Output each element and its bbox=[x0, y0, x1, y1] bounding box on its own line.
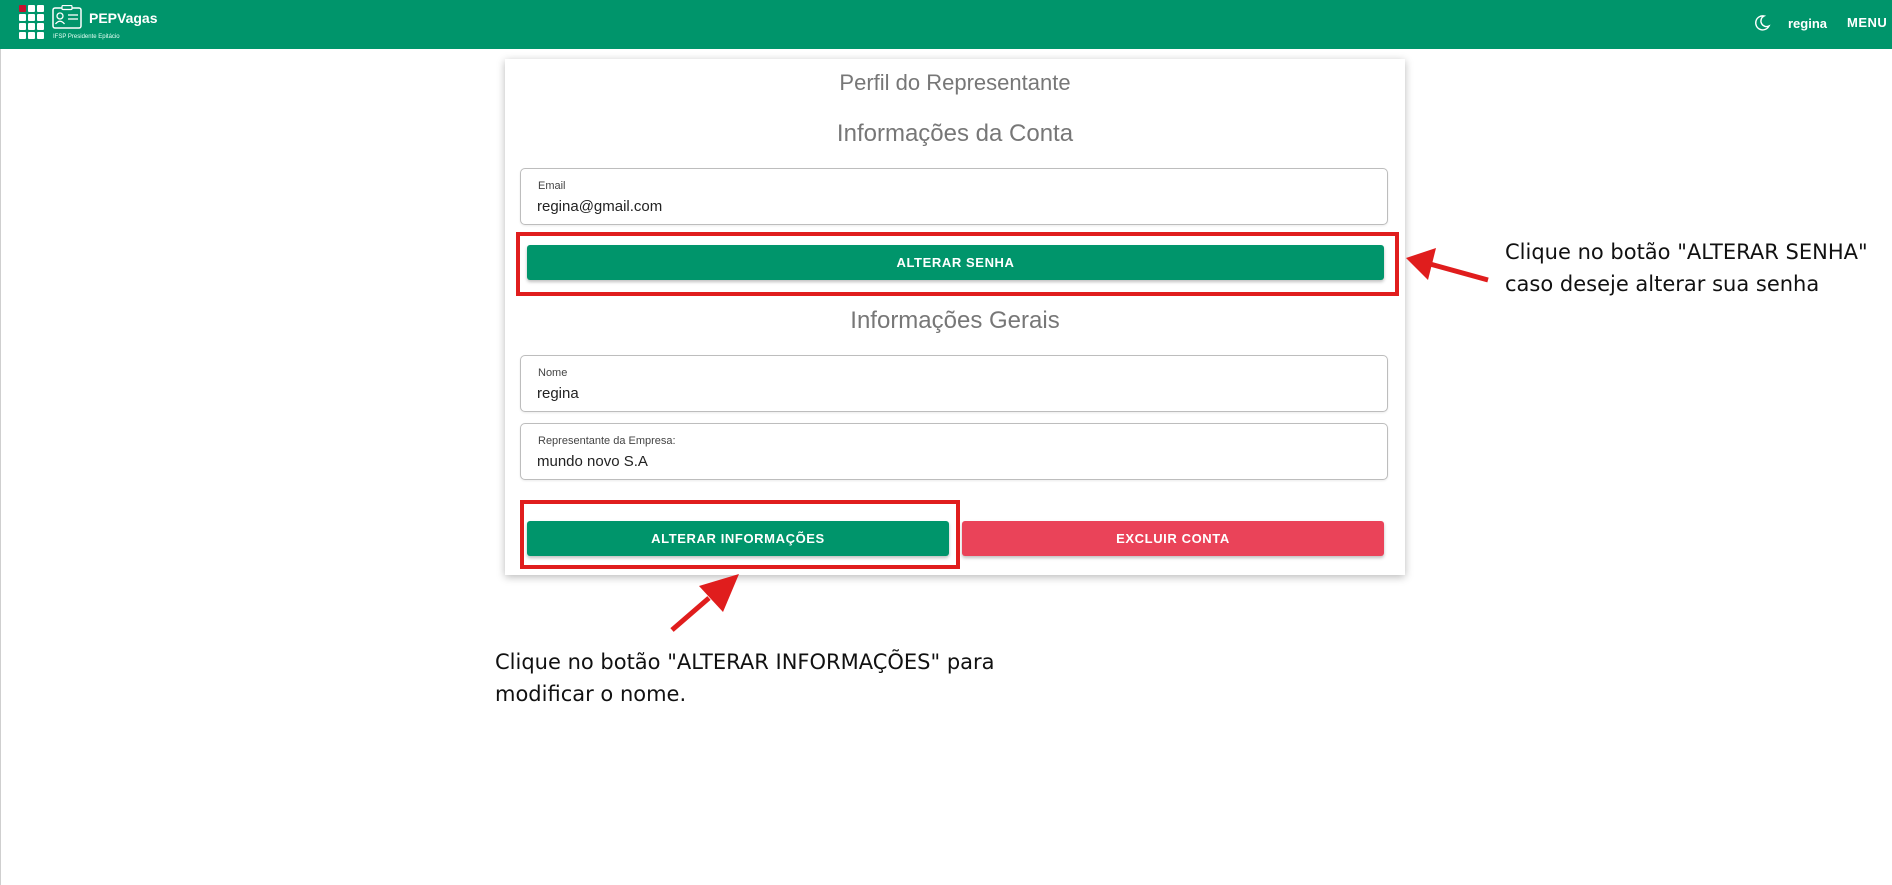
change-password-highlight bbox=[516, 232, 1399, 296]
general-section-title: Informações Gerais bbox=[850, 307, 1060, 334]
brand-name[interactable]: PEPVagas bbox=[89, 10, 158, 26]
name-label: Nome bbox=[538, 367, 568, 379]
ifsp-logo-icon[interactable] bbox=[19, 5, 46, 40]
company-label: Representante da Empresa: bbox=[538, 435, 676, 447]
page-title: Perfil do Representante bbox=[839, 70, 1071, 95]
email-input[interactable] bbox=[537, 198, 1357, 215]
id-badge-icon[interactable] bbox=[52, 5, 82, 29]
email-field[interactable]: Email bbox=[520, 168, 1388, 225]
moon-icon[interactable] bbox=[1753, 14, 1771, 32]
delete-account-button[interactable]: EXCLUIR CONTA bbox=[962, 521, 1384, 556]
company-field[interactable]: Representante da Empresa: bbox=[520, 423, 1388, 480]
update-info-annotation-line1: Clique no botão "ALTERAR INFORMAÇÕES" pa… bbox=[495, 650, 995, 674]
menu-button[interactable]: MENU bbox=[1847, 15, 1887, 30]
password-annotation: Clique no botão "ALTERAR SENHA" caso des… bbox=[1505, 236, 1868, 300]
password-annotation-line2: caso deseje alterar sua senha bbox=[1505, 272, 1820, 296]
password-annotation-line1: Clique no botão "ALTERAR SENHA" bbox=[1505, 240, 1868, 264]
email-label: Email bbox=[538, 180, 566, 192]
update-info-annotation: Clique no botão "ALTERAR INFORMAÇÕES" pa… bbox=[495, 646, 995, 710]
brand-subtitle: IFSP Presidente Epitácio bbox=[53, 34, 120, 40]
profile-card: Perfil do Representante Informações da C… bbox=[505, 59, 1405, 575]
account-section-title: Informações da Conta bbox=[836, 120, 1074, 147]
page-left-border bbox=[0, 49, 1, 885]
update-info-annotation-line2: modificar o nome. bbox=[495, 682, 687, 706]
company-input[interactable] bbox=[537, 453, 1357, 470]
name-field[interactable]: Nome bbox=[520, 355, 1388, 412]
update-info-highlight bbox=[520, 500, 960, 569]
arrow-to-password-icon bbox=[1406, 248, 1489, 283]
name-input[interactable] bbox=[537, 385, 1357, 402]
arrow-to-update-icon bbox=[670, 574, 739, 632]
top-app-bar: PEPVagas IFSP Presidente Epitácio regina… bbox=[0, 0, 1892, 49]
user-menu[interactable]: regina bbox=[1788, 16, 1827, 31]
